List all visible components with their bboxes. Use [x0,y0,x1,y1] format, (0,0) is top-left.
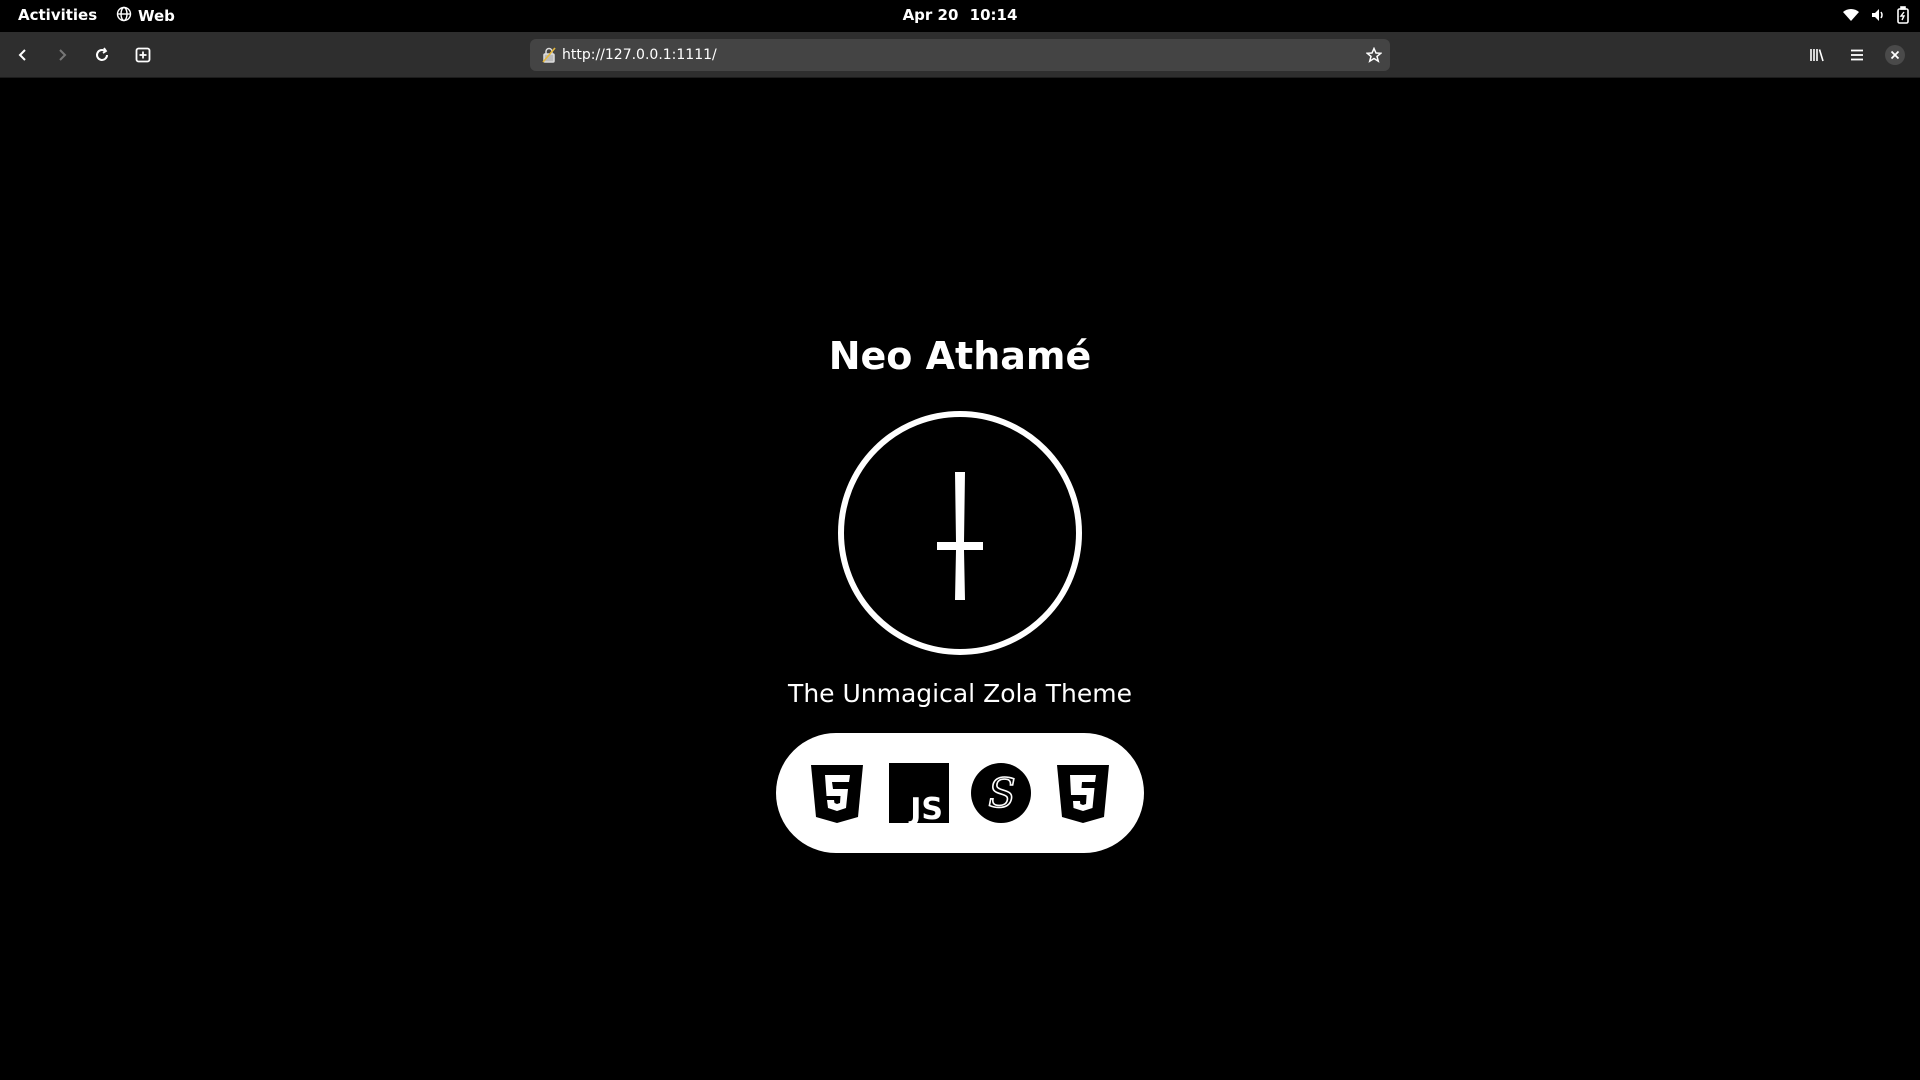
forward-button[interactable] [45,38,79,72]
page-content: Neo Athamé The Unmagical Zola Theme JS S [0,79,1920,1080]
site-title: Neo Athamé [828,334,1092,378]
battery-icon [1896,6,1910,28]
address-bar[interactable]: http://127.0.0.1:1111/ [530,39,1390,71]
library-button[interactable] [1800,38,1834,72]
close-window-button[interactable] [1878,38,1912,72]
reload-icon [96,47,108,61]
system-top-bar: Activities Web Apr 20 10:14 [0,0,1920,32]
browser-toolbar: http://127.0.0.1:1111/ [0,32,1920,78]
inverted-cross-logo-icon [837,410,1083,656]
wifi-icon [1842,7,1860,27]
forward-arrow-icon [59,49,67,61]
html5-icon [807,763,867,823]
tech-stack-badges: JS S [776,733,1144,853]
clock[interactable]: Apr 20 10:14 [0,6,1920,24]
url-text[interactable]: http://127.0.0.1:1111/ [562,47,1366,63]
back-button[interactable] [6,38,40,72]
library-icon [1810,49,1824,62]
javascript-logo-text: JS [908,792,943,823]
reload-button[interactable] [85,38,119,72]
volume-icon [1870,7,1886,27]
css3-icon [1053,763,1113,823]
clock-date: Apr 20 [902,6,959,24]
main-menu-button[interactable] [1840,38,1874,72]
clock-time: 10:14 [969,6,1018,24]
javascript-icon: JS [889,763,949,823]
new-tab-button[interactable] [126,38,160,72]
tagline: The Unmagical Zola Theme [788,679,1132,708]
back-arrow-icon [18,49,26,61]
lock-warning-icon[interactable] [542,47,556,63]
system-tray[interactable] [1842,6,1910,28]
close-icon [1885,45,1905,65]
sass-icon: S [971,763,1031,823]
hamburger-menu-icon [1851,49,1863,61]
sass-logo-text: S [988,771,1015,817]
bookmark-star-icon[interactable] [1366,47,1382,63]
new-tab-icon [135,47,151,63]
